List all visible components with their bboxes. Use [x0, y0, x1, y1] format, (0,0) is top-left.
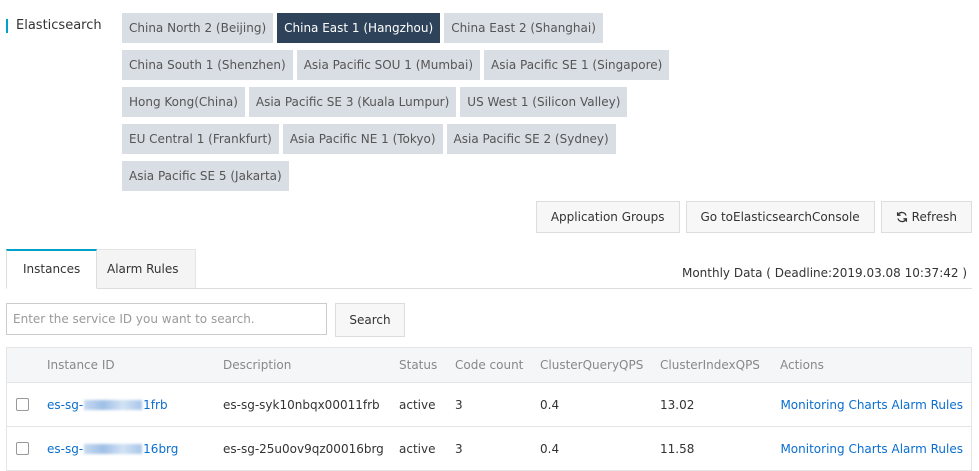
header-cluster-index-qps: ClusterIndexQPS: [660, 347, 780, 383]
toolbar: Application Groups Go toElasticsearchCon…: [530, 201, 972, 233]
goto-console-label: Go toElasticsearchConsole: [700, 210, 860, 224]
tabs-divider: [6, 288, 972, 289]
region-china-east-2[interactable]: China East 2 (Shanghai): [444, 13, 603, 43]
application-groups-label: Application Groups: [550, 210, 665, 224]
region-row-3: Hong Kong(China) Asia Pacific SE 3 (Kual…: [122, 87, 631, 117]
table-row: es-sg- 16brg es-sg-25u0ov9qz00016brg acti…: [6, 426, 972, 471]
table-row: es-sg- 1frb es-sg-syk10nbqx00011frb activ…: [6, 382, 972, 427]
row-checkbox-cell: [6, 426, 47, 471]
refresh-label: Refresh: [911, 210, 957, 224]
region-row-1: China North 2 (Beijing) China East 1 (Ha…: [122, 13, 607, 43]
description-cell: es-sg-syk10nbqx00011frb: [223, 382, 399, 427]
instance-id-link[interactable]: es-sg- 16brg: [47, 442, 178, 456]
instance-id-cell: es-sg- 1frb: [47, 382, 223, 427]
monitoring-charts-link[interactable]: Monitoring Charts: [780, 442, 887, 456]
alarm-rules-link[interactable]: Alarm Rules: [892, 442, 964, 456]
header-status: Status: [399, 347, 455, 383]
monitoring-charts-link[interactable]: Monitoring Charts: [780, 398, 887, 412]
cluster-index-qps-cell: 13.02: [660, 382, 780, 427]
refresh-icon: [896, 211, 907, 223]
alarm-rules-link[interactable]: Alarm Rules: [892, 398, 964, 412]
region-ap-se-2[interactable]: Asia Pacific SE 2 (Sydney): [446, 124, 616, 154]
tab-alarm-rules[interactable]: Alarm Rules: [90, 249, 196, 288]
header-description: Description: [223, 347, 399, 383]
region-hong-kong[interactable]: Hong Kong(China): [122, 87, 245, 117]
instances-table: Instance ID Description Status Code coun…: [6, 347, 972, 471]
region-china-east-1[interactable]: China East 1 (Hangzhou): [277, 13, 441, 43]
region-ap-se-1[interactable]: Asia Pacific SE 1 (Singapore): [484, 50, 670, 80]
region-ap-ne-1[interactable]: Asia Pacific NE 1 (Tokyo): [282, 124, 443, 154]
cluster-query-qps-cell: 0.4: [540, 382, 660, 427]
status-cell: active: [399, 382, 455, 427]
table-header-row: Instance ID Description Status Code coun…: [6, 347, 972, 383]
region-china-north-2[interactable]: China North 2 (Beijing): [122, 13, 274, 43]
region-row-2: China South 1 (Shenzhen) Asia Pacific SO…: [122, 50, 673, 80]
cluster-query-qps-cell: 0.4: [540, 426, 660, 471]
goto-console-button[interactable]: Go toElasticsearchConsole: [685, 201, 875, 233]
search-button[interactable]: Search: [335, 303, 405, 337]
region-china-south-1[interactable]: China South 1 (Shenzhen): [122, 50, 293, 80]
tab-instances[interactable]: Instances: [6, 249, 98, 289]
application-groups-button[interactable]: Application Groups: [535, 201, 680, 233]
description-cell: es-sg-25u0ov9qz00016brg: [223, 426, 399, 471]
instance-id-link[interactable]: es-sg- 1frb: [47, 398, 168, 412]
redacted-id-segment: [84, 400, 143, 410]
instance-id-suffix: 1frb: [143, 397, 168, 412]
title-accent-bar: [6, 19, 8, 33]
region-eu-central-1[interactable]: EU Central 1 (Frankfurt): [122, 124, 279, 154]
header-code-count: Code count: [455, 347, 540, 383]
instance-id-cell: es-sg- 16brg: [47, 426, 223, 471]
region-ap-se-5[interactable]: Asia Pacific SE 5 (Jakarta): [122, 161, 289, 191]
actions-cell: Monitoring Charts Alarm Rules: [780, 426, 972, 471]
actions-cell: Monitoring Charts Alarm Rules: [780, 382, 972, 427]
refresh-button[interactable]: Refresh: [880, 201, 972, 233]
region-row-5: Asia Pacific SE 5 (Jakarta): [122, 161, 293, 191]
instance-id-suffix: 16brg: [143, 441, 179, 456]
redacted-id-segment: [84, 444, 143, 454]
row-checkbox-cell: [6, 382, 47, 427]
region-ap-se-3[interactable]: Asia Pacific SE 3 (Kuala Lumpur): [248, 87, 457, 117]
cluster-index-qps-cell: 11.58: [660, 426, 780, 471]
status-cell: active: [399, 426, 455, 471]
instance-id-prefix: es-sg-: [47, 441, 84, 456]
region-ap-sou-1[interactable]: Asia Pacific SOU 1 (Mumbai): [296, 50, 481, 80]
code-count-cell: 3: [455, 426, 540, 471]
product-title: Elasticsearch: [16, 18, 102, 33]
monthly-data-deadline: Monthly Data ( Deadline:2019.03.08 10:37…: [681, 266, 967, 280]
header-cluster-query-qps: ClusterQueryQPS: [540, 347, 660, 383]
instance-id-prefix: es-sg-: [47, 397, 84, 412]
code-count-cell: 3: [455, 382, 540, 427]
header-instance-id: Instance ID: [47, 347, 223, 383]
header-checkbox-cell: [6, 347, 47, 383]
row-checkbox[interactable]: [16, 398, 29, 411]
region-us-west-1[interactable]: US West 1 (Silicon Valley): [460, 87, 628, 117]
header-actions: Actions: [780, 347, 972, 383]
row-checkbox[interactable]: [16, 442, 29, 455]
region-row-4: EU Central 1 (Frankfurt) Asia Pacific NE…: [122, 124, 620, 154]
search-input[interactable]: [6, 303, 327, 335]
